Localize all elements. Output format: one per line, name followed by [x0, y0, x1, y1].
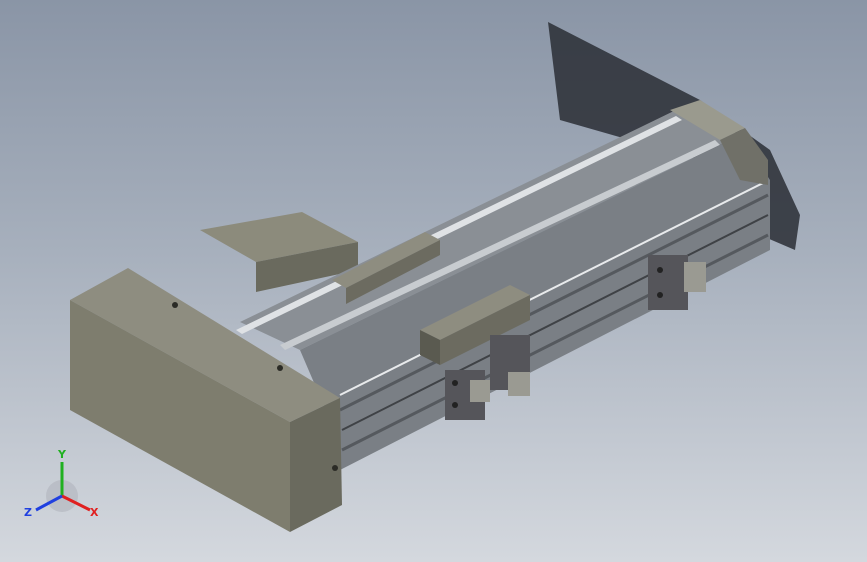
z-axis-label: Z — [24, 506, 32, 519]
3d-viewport[interactable]: Y X Z — [0, 0, 867, 562]
sensor-bracket-2 — [490, 335, 530, 396]
cad-model[interactable] — [0, 0, 867, 562]
screw-hole-1 — [172, 302, 178, 308]
sensor-bracket-3 — [648, 255, 706, 310]
sensor-bracket-1 — [445, 370, 490, 420]
coordinate-triad[interactable]: Y X Z — [22, 448, 106, 524]
y-axis-label: Y — [57, 448, 67, 461]
x-axis-label: X — [90, 506, 99, 519]
screw-hole-2 — [277, 365, 283, 371]
screw-hole-3 — [332, 465, 338, 471]
